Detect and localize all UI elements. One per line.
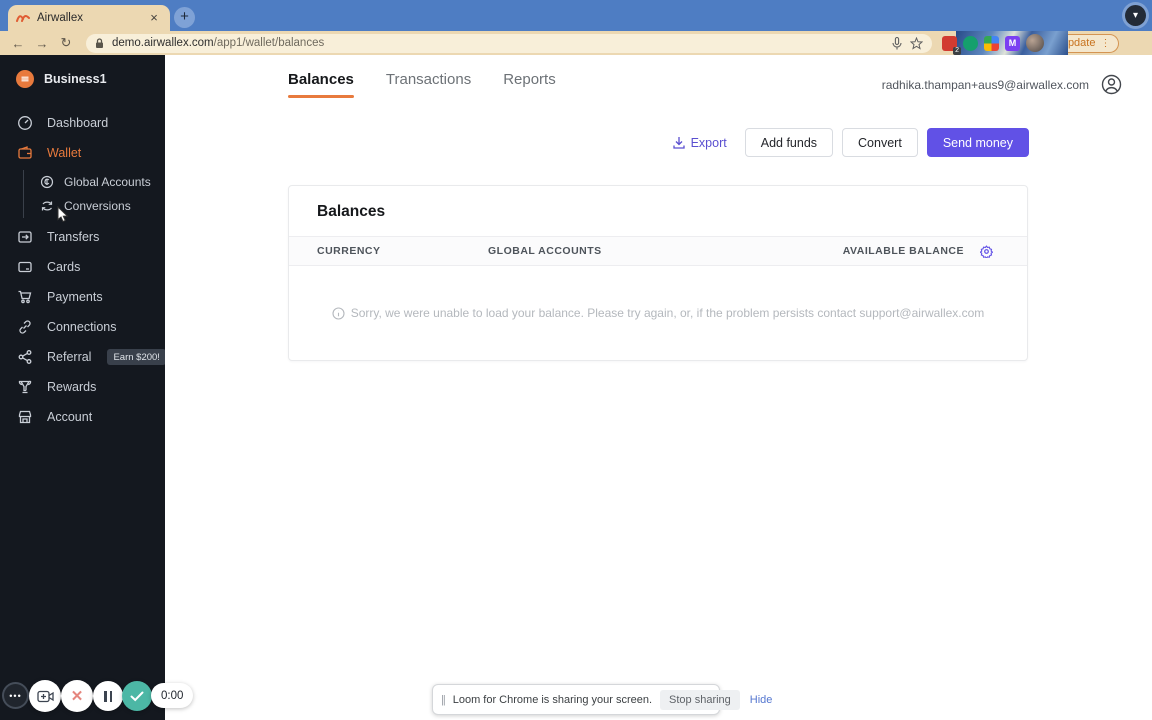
bookmark-star-icon[interactable] [910, 36, 923, 50]
drag-handle-icon[interactable]: || [441, 694, 446, 706]
address-bar[interactable]: demo.airwallex.com/app1/wallet/balances [86, 33, 932, 53]
gear-icon [980, 244, 993, 258]
business-switcher[interactable]: Business1 [0, 55, 165, 108]
transfers-icon [18, 231, 32, 243]
browser-toolbar: ← → ↻ demo.airwallex.com/app1/wallet/bal… [0, 31, 1152, 55]
new-tab-button[interactable]: + [174, 7, 195, 28]
camera-flip-icon [36, 690, 54, 702]
page-header: Balances Transactions Reports radhika.th… [165, 55, 1152, 98]
wallet-submenu: Global Accounts Conversions [23, 170, 165, 218]
airwallex-favicon-icon [16, 15, 30, 22]
sidebar-item-conversions[interactable]: Conversions [24, 194, 165, 218]
chrome-collapse-icon[interactable]: ▾ [1125, 5, 1146, 26]
tab-balances[interactable]: Balances [288, 71, 354, 98]
tab-title: Airwallex [37, 12, 84, 24]
download-icon [672, 137, 685, 149]
browser-menu-icon[interactable]: ⋮ [1100, 38, 1111, 49]
pause-icon [104, 690, 107, 702]
table-settings-button[interactable] [980, 244, 993, 258]
referral-icon [18, 350, 32, 364]
business-name: Business1 [44, 72, 107, 86]
tab-close-icon[interactable]: × [146, 10, 162, 26]
url-text: demo.airwallex.com/app1/wallet/balances [112, 37, 884, 49]
connections-icon [19, 320, 31, 334]
user-email: radhika.thampan+aus9@airwallex.com [881, 77, 1089, 92]
info-icon [332, 306, 345, 320]
error-message: Sorry, we were unable to load your balan… [350, 306, 985, 320]
referral-badge: Earn $200! [107, 349, 166, 365]
extension-m-icon[interactable]: M [1005, 35, 1020, 51]
screen-share-bar: || Loom for Chrome is sharing your scree… [432, 684, 772, 715]
recorder-finish-button[interactable] [122, 681, 152, 711]
hide-link[interactable]: Hide [750, 694, 773, 706]
sidebar-item-rewards[interactable]: Rewards [0, 372, 165, 402]
browser-tab-strip: Airwallex × + ▾ [0, 0, 1152, 31]
sidebar-item-connections[interactable]: Connections [0, 312, 165, 342]
wallet-icon [18, 146, 32, 159]
sidebar-item-dashboard[interactable]: Dashboard [0, 108, 165, 138]
stop-sharing-button[interactable]: Stop sharing [660, 689, 740, 710]
extension-green-icon[interactable] [963, 35, 978, 51]
profile-icon[interactable] [1101, 74, 1122, 95]
sidebar-item-account[interactable]: Account [0, 402, 165, 432]
tab-transactions[interactable]: Transactions [386, 71, 471, 98]
recorder-cancel-button[interactable]: ✕ [61, 680, 93, 712]
main-content: Balances Transactions Reports radhika.th… [165, 55, 1152, 720]
back-button[interactable]: ← [8, 36, 28, 51]
balances-card: Balances CURRENCY GLOBAL ACCOUNTS AVAILA… [288, 185, 1028, 361]
business-avatar-icon [16, 70, 34, 88]
account-icon [18, 410, 32, 424]
reload-button[interactable]: ↻ [56, 35, 76, 51]
browser-tab[interactable]: Airwallex × [8, 5, 170, 31]
sidebar-item-cards[interactable]: Cards [0, 252, 165, 282]
tab-reports[interactable]: Reports [503, 71, 556, 98]
actions-row: Export Add funds Convert Send money [165, 98, 1152, 157]
extensions-area: 2 M Update ⋮ [942, 31, 1144, 55]
column-currency: CURRENCY [317, 245, 381, 257]
sidebar-item-referral[interactable]: Referral Earn $200! [0, 342, 166, 372]
url-host: demo.airwallex.com [112, 37, 214, 49]
share-message: Loom for Chrome is sharing your screen. [452, 693, 653, 706]
microphone-icon[interactable] [892, 36, 902, 50]
sidebar-item-global-accounts[interactable]: Global Accounts [24, 170, 165, 194]
export-button[interactable]: Export [672, 136, 727, 150]
table-body: Sorry, we were unable to load your balan… [289, 266, 1027, 360]
sidebar-item-transfers[interactable]: Transfers [0, 222, 165, 252]
sidebar-item-payments[interactable]: Payments [0, 282, 165, 312]
extension-red-icon[interactable]: 2 [942, 35, 961, 55]
send-money-button[interactable]: Send money [926, 128, 1029, 157]
global-accounts-icon [40, 175, 54, 189]
card-title: Balances [317, 203, 386, 220]
lock-icon [96, 37, 103, 48]
url-path: /app1/wallet/balances [213, 37, 325, 49]
balance-error-row: Sorry, we were unable to load your balan… [332, 306, 985, 320]
table-header-row: CURRENCY GLOBAL ACCOUNTS AVAILABLE BALAN… [289, 236, 1027, 266]
extension-pinwheel-icon[interactable] [984, 35, 999, 51]
check-icon [130, 691, 144, 701]
extension-badge: 2 [953, 46, 961, 55]
column-available-balance: AVAILABLE BALANCE [842, 245, 964, 257]
rewards-icon [18, 380, 32, 394]
conversions-icon [41, 201, 53, 211]
cards-icon [18, 261, 32, 273]
sidebar: Business1 Dashboard Wallet Global Accoun… [0, 55, 166, 720]
recorder-pause-button[interactable] [93, 681, 123, 711]
recorder-camera-button[interactable] [29, 680, 61, 712]
sidebar-item-wallet[interactable]: Wallet [0, 138, 165, 168]
page-tabs: Balances Transactions Reports [288, 71, 556, 98]
recorder-timer: 0:00 [151, 683, 194, 708]
convert-button[interactable]: Convert [842, 128, 918, 157]
dashboard-icon [18, 116, 32, 130]
recorder-more-button[interactable]: ••• [4, 684, 27, 707]
add-funds-button[interactable]: Add funds [744, 128, 834, 157]
payments-icon [18, 290, 32, 304]
column-global-accounts: GLOBAL ACCOUNTS [488, 245, 602, 257]
user-area: radhika.thampan+aus9@airwallex.com [882, 74, 1122, 95]
forward-button[interactable]: → [32, 36, 52, 51]
browser-profile-avatar[interactable] [1026, 34, 1044, 52]
